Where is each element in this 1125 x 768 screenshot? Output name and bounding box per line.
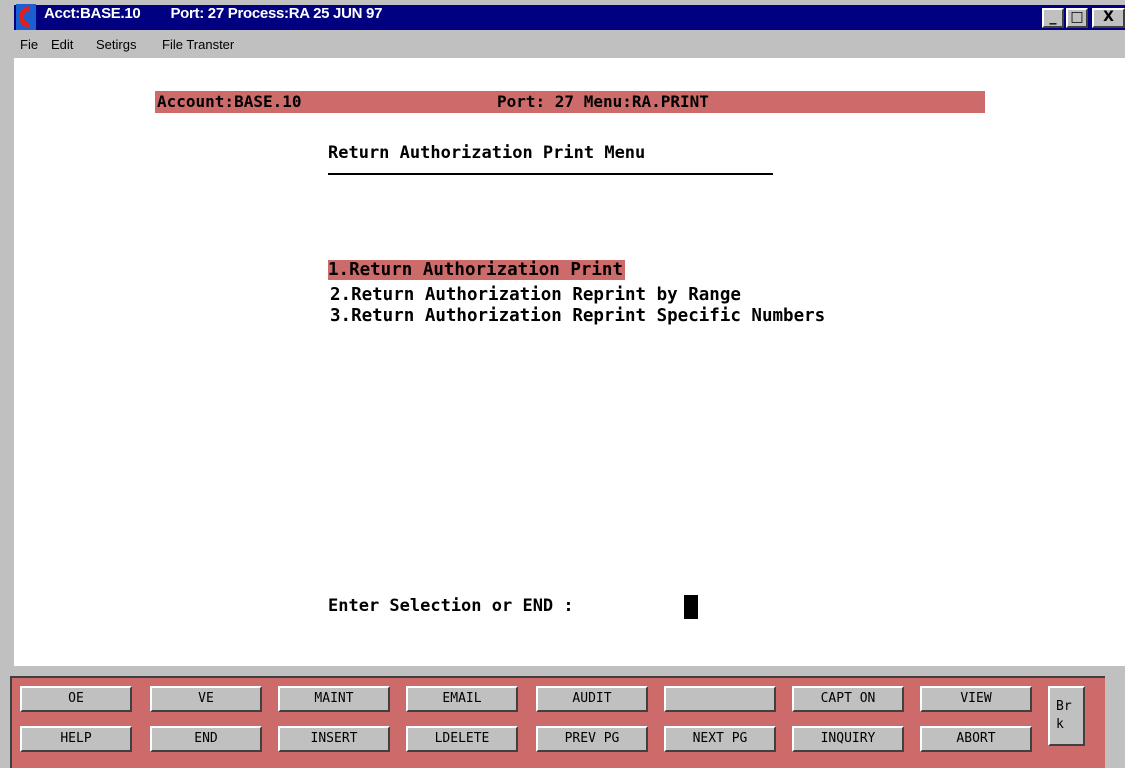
app-icon[interactable] — [16, 4, 36, 30]
fkey-blank[interactable] — [664, 686, 776, 712]
status-port-menu: Port: 27 Menu:RA.PRINT — [497, 92, 709, 111]
fkey-email[interactable]: EMAIL — [406, 686, 518, 712]
fkey-insert[interactable]: INSERT — [278, 726, 390, 752]
fkey-oe[interactable]: OE — [20, 686, 132, 712]
heading-underline — [328, 173, 773, 175]
menu-settings[interactable]: Setirgs — [96, 37, 136, 52]
input-cursor[interactable] — [684, 595, 698, 619]
close-button[interactable]: X — [1092, 8, 1125, 28]
fkey-ve[interactable]: VE — [150, 686, 262, 712]
fkey-end[interactable]: END — [150, 726, 262, 752]
menu-file[interactable]: Fie — [20, 37, 38, 52]
maximize-button[interactable]: □ — [1066, 8, 1088, 28]
title-account: Acct:BASE.10 — [44, 5, 141, 22]
title-process: Port: 27 Process:RA 25 JUN 97 — [170, 5, 383, 22]
minimize-button[interactable]: _ — [1042, 8, 1064, 28]
fkey-inquiry[interactable]: INQUIRY — [792, 726, 904, 752]
fkey-maint[interactable]: MAINT — [278, 686, 390, 712]
menu-edit[interactable]: Edit — [51, 37, 73, 52]
fkey-help[interactable]: HELP — [20, 726, 132, 752]
window-title-bar: Acct:BASE.10 Port: 27 Process:RA 25 JUN 9… — [0, 0, 1125, 34]
selection-prompt: Enter Selection or END : — [328, 596, 574, 616]
menu-option-3[interactable]: 3.Return Authorization Reprint Specific … — [330, 306, 825, 326]
break-label: Br k — [1056, 699, 1072, 732]
fkey-ldelete[interactable]: LDELETE — [406, 726, 518, 752]
menu-heading: Return Authorization Print Menu — [328, 143, 646, 163]
break-button[interactable]: Br k — [1048, 686, 1085, 746]
fkey-capt-on[interactable]: CAPT ON — [792, 686, 904, 712]
window-title: Acct:BASE.10 Port: 27 Process:RA 25 JUN 9… — [44, 5, 382, 22]
menu-option-1[interactable]: 1.Return Authorization Print — [328, 260, 626, 280]
menu-option-2[interactable]: 2.Return Authorization Reprint by Range — [330, 285, 741, 305]
menu-file-transfer[interactable]: File Transter — [162, 37, 234, 52]
status-account: Account:BASE.10 — [157, 92, 302, 111]
fkey-next-pg[interactable]: NEXT PG — [664, 726, 776, 752]
menu-bar: Fie Edit Setirgs File Transter — [0, 34, 1125, 58]
fkey-prev-pg[interactable]: PREV PG — [536, 726, 648, 752]
fkey-view[interactable]: VIEW — [920, 686, 1032, 712]
fkey-abort[interactable]: ABORT — [920, 726, 1032, 752]
fkey-audit[interactable]: AUDIT — [536, 686, 648, 712]
function-key-panel — [0, 666, 1125, 768]
